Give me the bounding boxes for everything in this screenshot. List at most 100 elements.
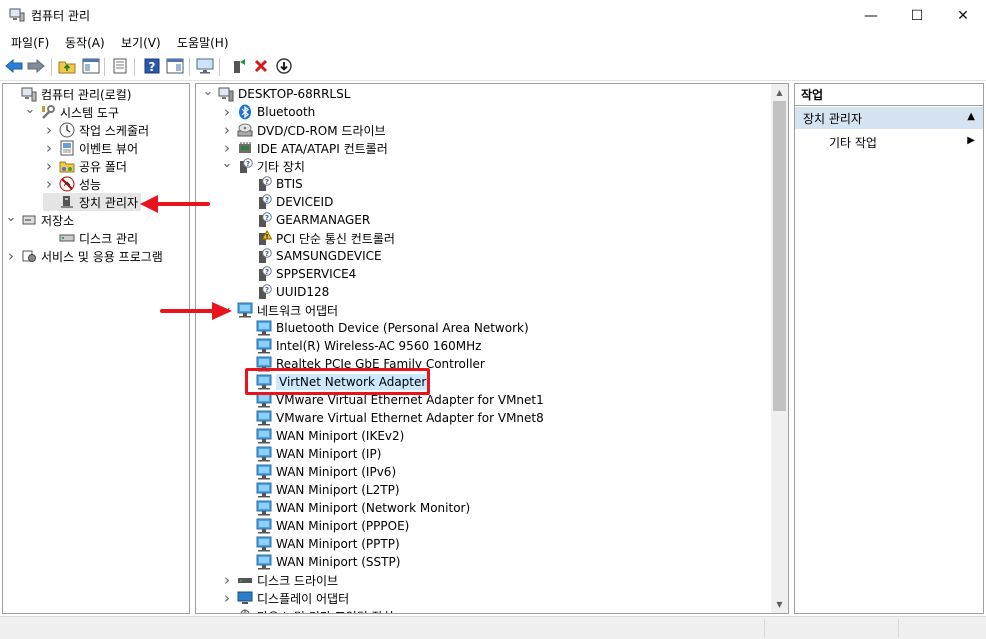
disk-management-icon — [59, 230, 75, 246]
expand-spacer — [240, 535, 252, 553]
device-item-ide-ata-atapi-컨트롤러[interactable]: › IDE ATA/ATAPI 컨트롤러 — [221, 139, 388, 157]
expand-chevron-right-icon[interactable]: › — [43, 157, 55, 175]
scroll-up-icon[interactable]: ▲ — [771, 84, 788, 101]
device-item-wan-miniport-l2tp[interactable]: WAN Miniport (L2TP) — [240, 481, 400, 499]
device-item-wan-miniport-sstp[interactable]: WAN Miniport (SSTP) — [240, 553, 400, 571]
device-item-디스크-드라이브[interactable]: › 디스크 드라이브 — [221, 571, 338, 589]
device-item-기타-장치[interactable]: ⌄? 기타 장치 — [221, 154, 305, 175]
collapse-arrow-icon[interactable]: ▲ — [967, 111, 975, 122]
show-hide-tree-button[interactable] — [81, 57, 101, 77]
expand-spacer — [240, 175, 252, 193]
device-item-dvd-cd-rom-드라이브[interactable]: › DVD/CD-ROM 드라이브 — [221, 121, 386, 139]
expand-spacer — [240, 481, 252, 499]
show-hide-tree-icon — [82, 58, 100, 77]
device-item-wan-miniport-pppoe[interactable]: WAN Miniport (PPPOE) — [240, 517, 409, 535]
svg-text:?: ? — [265, 286, 269, 294]
minimize-button[interactable]: — — [848, 0, 894, 31]
nav-item-저장소[interactable]: ⌄ 저장소 — [5, 208, 75, 229]
uninstall-device-button[interactable] — [251, 57, 271, 77]
device-item-wan-miniport-ipv6[interactable]: WAN Miniport (IPv6) — [240, 463, 396, 481]
monitor-button[interactable] — [195, 57, 215, 77]
device-item-vmware-virtual-ethernet-adapter-for-vmnet8[interactable]: VMware Virtual Ethernet Adapter for VMne… — [240, 409, 544, 427]
device-item-btis[interactable]: ? BTIS — [240, 175, 303, 193]
network-adapter-icon — [256, 536, 272, 552]
help-pane-button[interactable] — [165, 57, 185, 77]
expand-chevron-right-icon[interactable]: › — [221, 607, 233, 613]
expand-chevron-right-icon[interactable]: › — [221, 103, 233, 121]
update-driver-button[interactable] — [274, 57, 294, 77]
nav-item-작업-스케줄러[interactable]: › 작업 스케줄러 — [43, 121, 149, 139]
shared-folder-icon — [59, 158, 75, 174]
menu-file[interactable]: 파일(F) — [11, 34, 49, 51]
device-item-디스플레이-어댑터[interactable]: › 디스플레이 어댑터 — [221, 589, 349, 607]
forward-button[interactable] — [26, 57, 46, 77]
nav-item-공유-폴더[interactable]: › 공유 폴더 — [43, 157, 127, 175]
device-item-wan-miniport-network-monitor[interactable]: WAN Miniport (Network Monitor) — [240, 499, 470, 517]
expand-chevron-right-icon[interactable]: › — [221, 571, 233, 589]
expand-chevron-right-icon[interactable]: › — [5, 247, 17, 265]
device-item-wan-miniport-ikev2[interactable]: WAN Miniport (IKEv2) — [240, 427, 404, 445]
minimize-icon: — — [864, 7, 878, 24]
expand-spacer — [240, 229, 252, 247]
enable-device-icon — [230, 58, 246, 77]
forward-icon — [27, 58, 45, 76]
device-item-마우스-및-기타-포인팅-장치[interactable]: › 마우스 및 기타 포인팅 장치 — [221, 607, 394, 613]
nav-item-서비스-및-응용-프로그램[interactable]: › 서비스 및 응용 프로그램 — [5, 247, 163, 265]
expand-chevron-right-icon[interactable]: › — [43, 175, 55, 193]
scroll-down-icon[interactable]: ▼ — [771, 596, 788, 613]
expand-chevron-down-icon[interactable]: ⌄ — [202, 84, 214, 100]
menu-action[interactable]: 동작(A) — [65, 34, 105, 51]
expand-chevron-down-icon[interactable]: ⌄ — [5, 208, 17, 226]
menu-view[interactable]: 보기(V) — [121, 34, 161, 51]
device-item-wan-miniport-ip[interactable]: WAN Miniport (IP) — [240, 445, 381, 463]
expand-chevron-right-icon[interactable]: › — [221, 121, 233, 139]
help-button[interactable]: ? — [142, 57, 162, 77]
back-button[interactable] — [4, 57, 24, 77]
device-item-samsungdevice[interactable]: ? SAMSUNGDEVICE — [240, 247, 382, 265]
properties-button[interactable] — [110, 57, 130, 77]
nav-item-label: 시스템 도구 — [60, 105, 120, 120]
device-item-bluetooth-device-personal-area-network[interactable]: Bluetooth Device (Personal Area Network) — [240, 319, 529, 337]
expand-spacer — [43, 229, 55, 247]
vertical-scrollbar[interactable]: ▲ ▼ — [771, 84, 788, 613]
expand-chevron-right-icon[interactable]: › — [221, 589, 233, 607]
device-item-intel-r-wireless-ac-9560-160mhz[interactable]: Intel(R) Wireless-AC 9560 160MHz — [240, 337, 481, 355]
actions-section-label: 장치 관리자 — [803, 111, 863, 126]
toolbar-separator — [219, 58, 220, 76]
device-item-gearmanager[interactable]: ? GEARMANAGER — [240, 211, 370, 229]
expand-spacer — [43, 193, 55, 211]
menu-help[interactable]: 도움말(H) — [177, 34, 229, 51]
toolbar-separator — [104, 58, 105, 76]
toolbar-separator — [51, 58, 52, 76]
nav-item-이벤트-뷰어[interactable]: › 이벤트 뷰어 — [43, 139, 138, 157]
device-item-uuid128[interactable]: ? UUID128 — [240, 283, 329, 301]
scroll-thumb[interactable] — [773, 101, 786, 411]
actions-more-actions[interactable]: 기타 작업 ▶ — [795, 132, 983, 152]
device-item-wan-miniport-pptp[interactable]: WAN Miniport (PPTP) — [240, 535, 400, 553]
uninstall-icon — [254, 59, 268, 76]
expand-chevron-right-icon[interactable]: › — [43, 121, 55, 139]
device-item-label: Bluetooth — [257, 105, 316, 119]
enable-device-button[interactable] — [228, 57, 248, 77]
expand-spacer — [240, 409, 252, 427]
device-item-deviceid[interactable]: ? DEVICEID — [240, 193, 333, 211]
expand-chevron-down-icon[interactable]: ⌄ — [221, 154, 233, 172]
maximize-button[interactable]: ☐ — [894, 0, 940, 31]
nav-item-디스크-관리[interactable]: 디스크 관리 — [43, 229, 138, 247]
device-item-pci-단순-통신-컨트롤러[interactable]: ! PCI 단순 통신 컨트롤러 — [240, 229, 395, 247]
expand-chevron-right-icon[interactable]: › — [43, 139, 55, 157]
nav-item-성능[interactable]: › 성능 — [43, 175, 101, 193]
nav-item-장치-관리자[interactable]: 장치 관리자 — [43, 193, 142, 211]
close-button[interactable]: ✕ — [940, 0, 986, 31]
actions-section-device-manager[interactable]: 장치 관리자 ▲ — [795, 107, 983, 129]
computer-management-icon — [9, 8, 25, 22]
device-item-sppservice4[interactable]: ? SPPSERVICE4 — [240, 265, 356, 283]
device-item-desktop-68rrlsl[interactable]: ⌄ DESKTOP-68RRLSL — [202, 84, 350, 103]
expand-spacer — [240, 319, 252, 337]
device-item-bluetooth[interactable]: › Bluetooth — [221, 103, 315, 121]
device-item-네트워크-어댑터[interactable]: ⌄ 네트워크 어댑터 — [221, 300, 338, 319]
expand-chevron-down-icon[interactable]: ⌄ — [24, 100, 36, 118]
nav-item-시스템-도구[interactable]: ⌄ 시스템 도구 — [24, 100, 120, 121]
up-folder-button[interactable] — [57, 57, 77, 77]
device-item-label: WAN Miniport (IKEv2) — [276, 429, 405, 443]
